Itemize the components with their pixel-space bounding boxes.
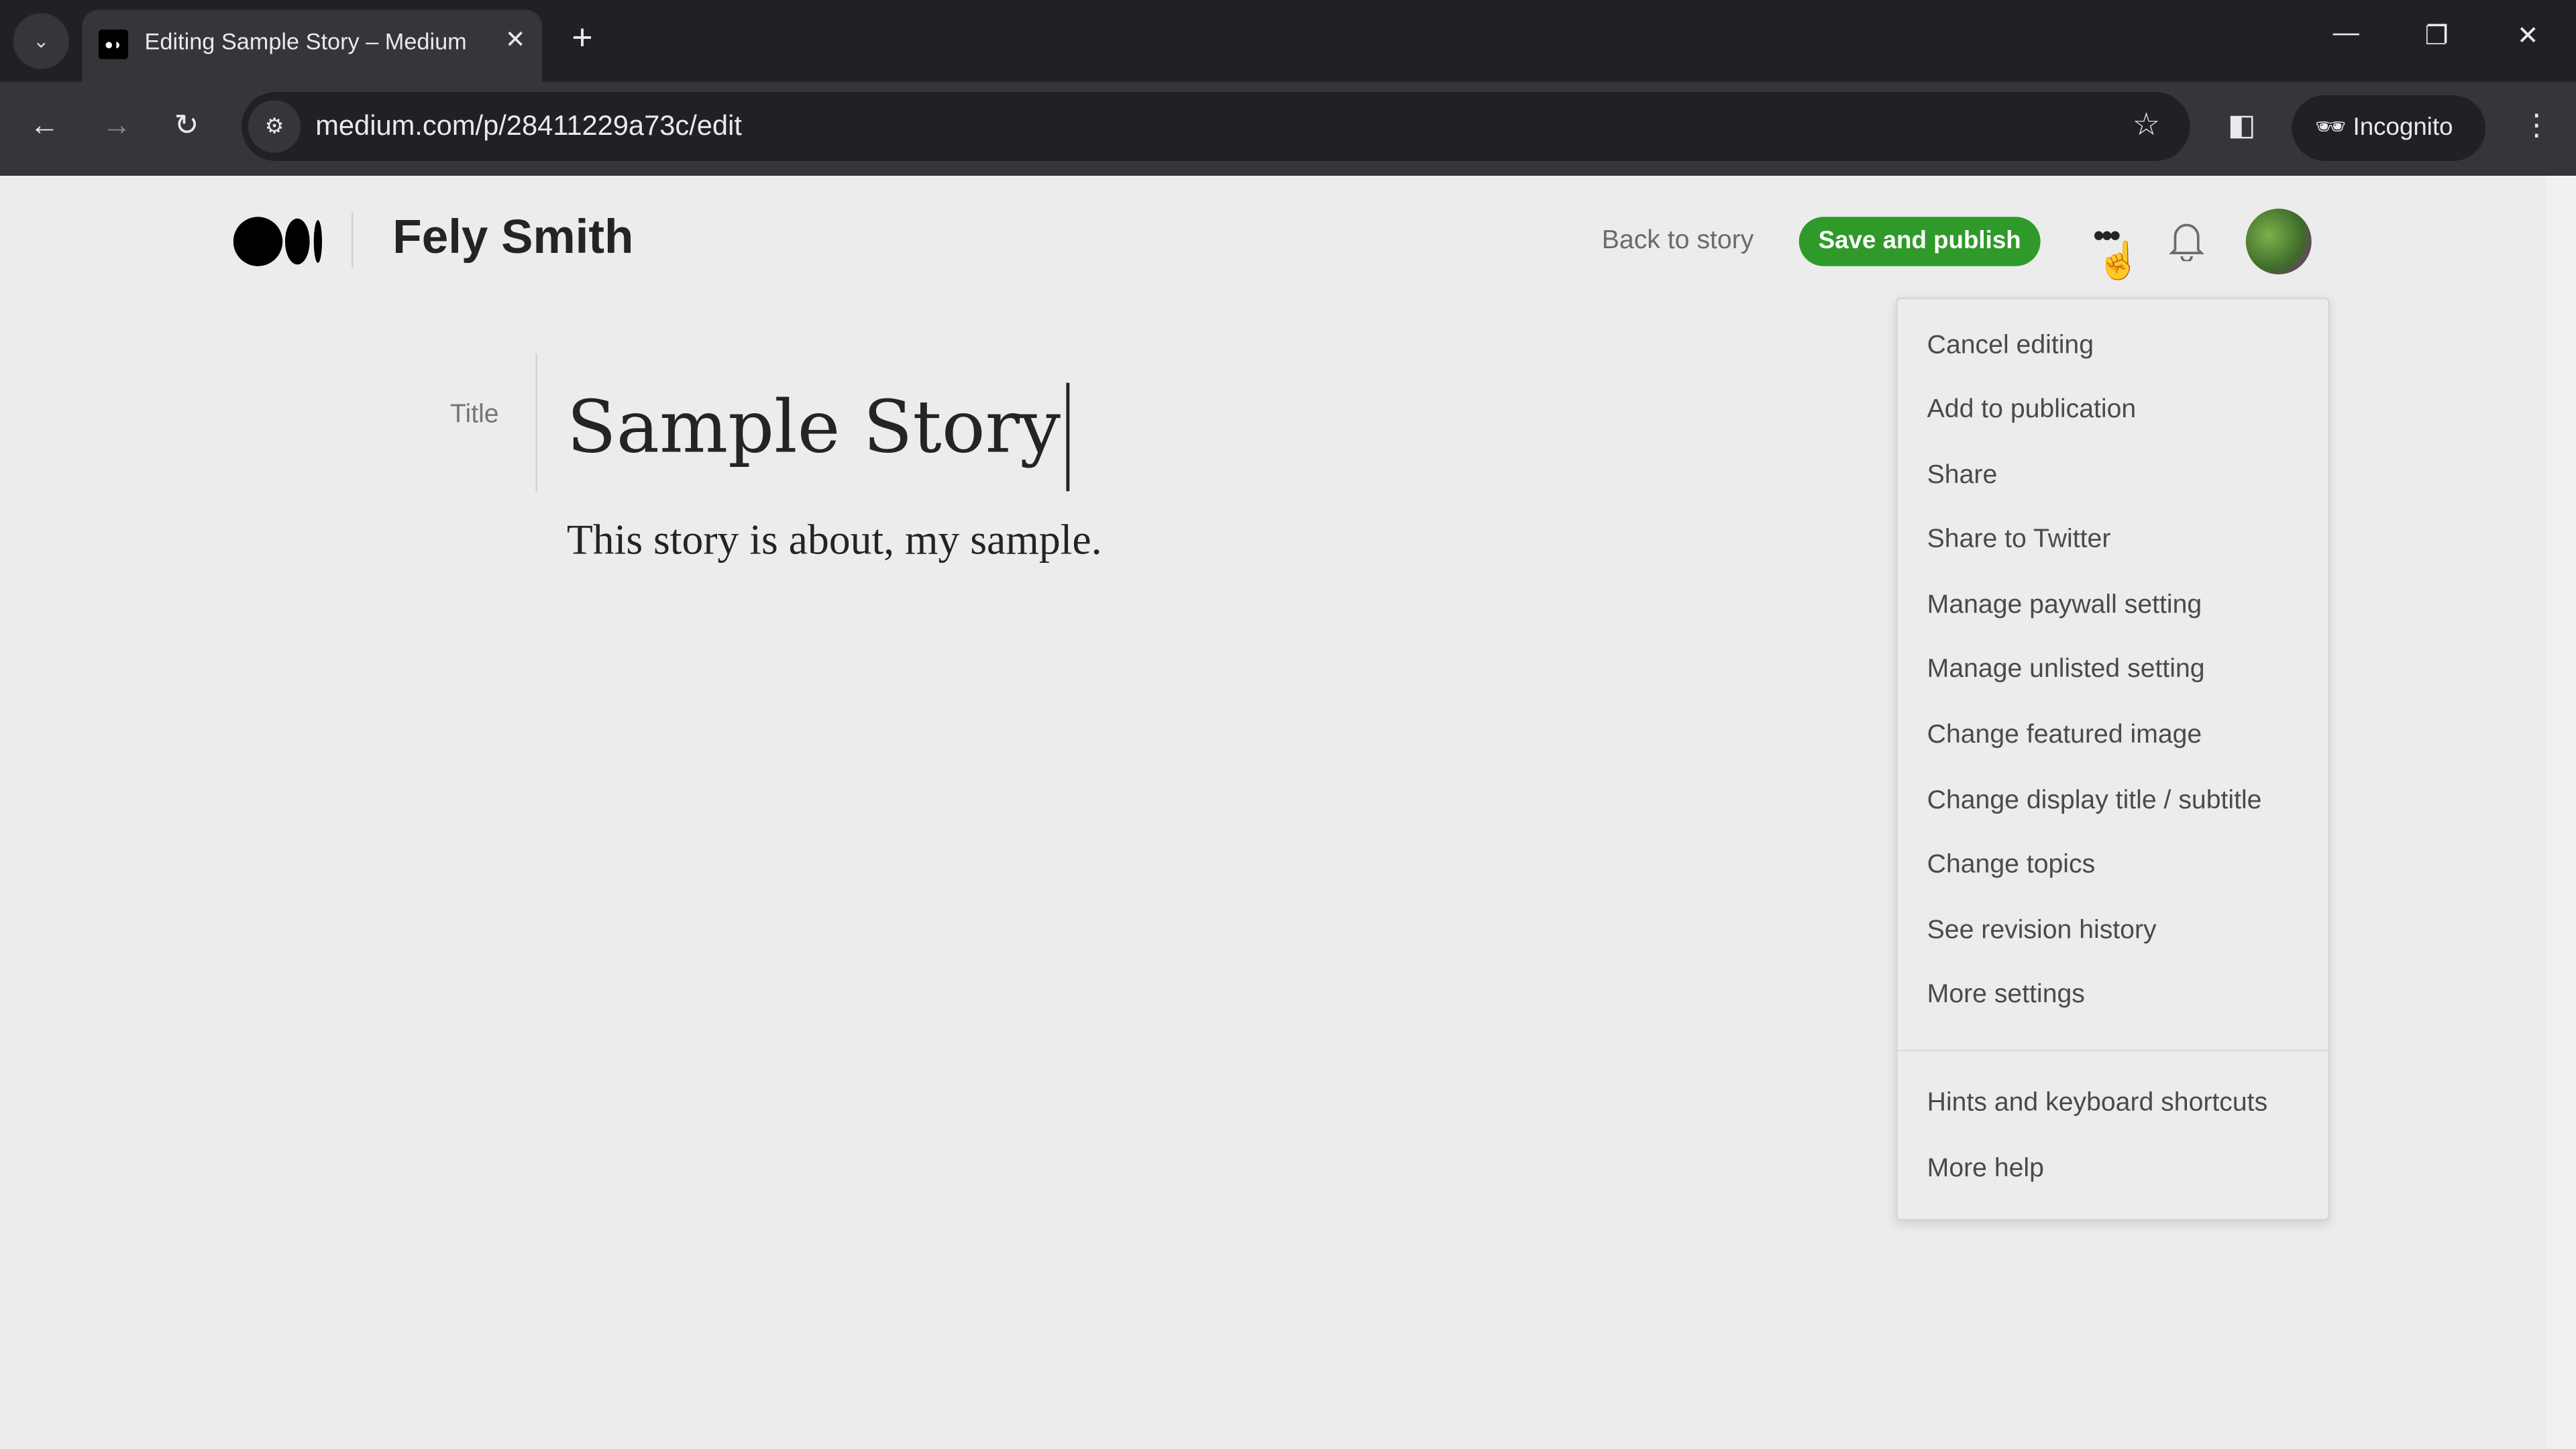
tab-search-button[interactable]: ⌄	[13, 13, 69, 69]
avatar[interactable]	[2245, 209, 2312, 274]
forward-icon[interactable]: →	[102, 109, 131, 143]
more-options-menu: Cancel editing Add to publication Share …	[1896, 297, 2330, 1221]
menu-divider	[1897, 1049, 2328, 1052]
hand-cursor-icon: ☝	[2096, 239, 2142, 281]
browser-menu-icon[interactable]: ⋮	[2522, 109, 2551, 143]
close-tab-icon[interactable]: ✕	[505, 25, 526, 54]
divider	[352, 211, 354, 268]
menu-item-shortcuts[interactable]: Hints and keyboard shortcuts	[1927, 1089, 2267, 1119]
title-divider	[535, 353, 537, 492]
menu-item-cancel-editing[interactable]: Cancel editing	[1927, 332, 2094, 362]
incognito-badge[interactable]: 🕶 Incognito	[2292, 95, 2486, 162]
menu-item-share-twitter[interactable]: Share to Twitter	[1927, 526, 2111, 555]
author-name: Fely Smith	[392, 211, 634, 265]
menu-item-more-settings[interactable]: More settings	[1927, 981, 2085, 1010]
menu-item-featured-image[interactable]: Change featured image	[1927, 721, 2202, 751]
restore-icon[interactable]: ❐	[2425, 19, 2449, 52]
menu-item-more-help[interactable]: More help	[1927, 1155, 2044, 1185]
story-body-input[interactable]: This story is about, my sample.	[567, 516, 1102, 565]
menu-item-display-title[interactable]: Change display title / subtitle	[1927, 787, 2262, 816]
browser-tab[interactable]: ●◗ Editing Sample Story – Medium ✕	[82, 9, 543, 83]
incognito-icon: 🕶	[2314, 113, 2347, 142]
bookmark-star-icon[interactable]: ☆	[2133, 107, 2161, 144]
text-caret	[1066, 382, 1070, 492]
save-and-publish-button[interactable]: Save and publish	[1799, 217, 2041, 266]
story-title-input[interactable]: Sample Story	[567, 386, 1061, 470]
close-window-icon[interactable]: ✕	[2517, 19, 2539, 52]
back-icon[interactable]: ←	[30, 109, 59, 143]
menu-item-topics[interactable]: Change topics	[1927, 851, 2096, 881]
minimize-icon[interactable]: —	[2333, 19, 2359, 49]
new-tab-button[interactable]: +	[572, 16, 592, 59]
side-panel-icon[interactable]: ◧	[2228, 109, 2256, 143]
menu-item-add-to-publication[interactable]: Add to publication	[1927, 396, 2137, 425]
notifications-bell-icon[interactable]	[2169, 219, 2205, 262]
tab-bar: ⌄ ●◗ Editing Sample Story – Medium ✕ + —…	[0, 0, 2576, 83]
scrollbar[interactable]	[2546, 176, 2576, 1449]
url-text[interactable]: medium.com/p/28411229a73c/edit	[315, 110, 742, 143]
medium-logo-icon[interactable]	[233, 215, 325, 268]
menu-item-revision-history[interactable]: See revision history	[1927, 917, 2157, 947]
medium-favicon-icon: ●◗	[98, 30, 129, 60]
incognito-label: Incognito	[2353, 113, 2453, 142]
menu-item-unlisted[interactable]: Manage unlisted setting	[1927, 655, 2205, 685]
address-bar[interactable]: ⚙ medium.com/p/28411229a73c/edit ☆	[241, 92, 2190, 162]
back-to-story-link[interactable]: Back to story	[1602, 227, 1754, 256]
title-label: Title	[450, 400, 499, 429]
reload-icon[interactable]: ↻	[174, 109, 199, 143]
menu-item-share[interactable]: Share	[1927, 462, 1998, 491]
tab-title: Editing Sample Story – Medium	[144, 28, 467, 54]
browser-toolbar: ← → ↻ ⚙ medium.com/p/28411229a73c/edit ☆…	[0, 82, 2576, 176]
menu-item-paywall[interactable]: Manage paywall setting	[1927, 592, 2202, 621]
site-settings-icon[interactable]: ⚙	[248, 100, 301, 153]
